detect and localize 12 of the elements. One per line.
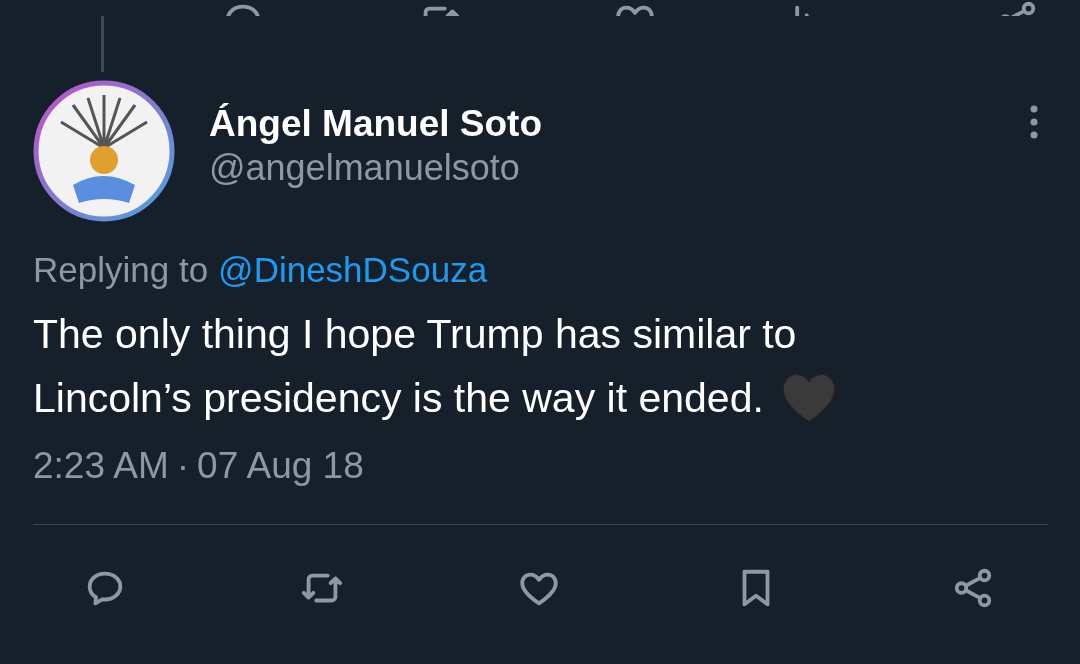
separator-dot: · [176,444,190,488]
heart-icon [779,372,838,424]
replying-to-label: Replying to [33,249,209,291]
timestamp-date: 07 Aug 18 [197,444,364,488]
mention-link[interactable]: @DineshDSouza [218,248,488,292]
tweet-text: Lincoln’s presidency is the way it ended. [33,374,764,423]
avatar[interactable] [33,80,175,222]
author-handle: @angelmanuelsoto [209,146,521,190]
author-name: Ángel Manuel Soto [209,102,542,146]
more-icon[interactable] [1028,104,1040,140]
timestamp-time: 2:23 AM [33,444,169,488]
tweet-text: The only thing I hope Trump has similar to [33,310,797,359]
